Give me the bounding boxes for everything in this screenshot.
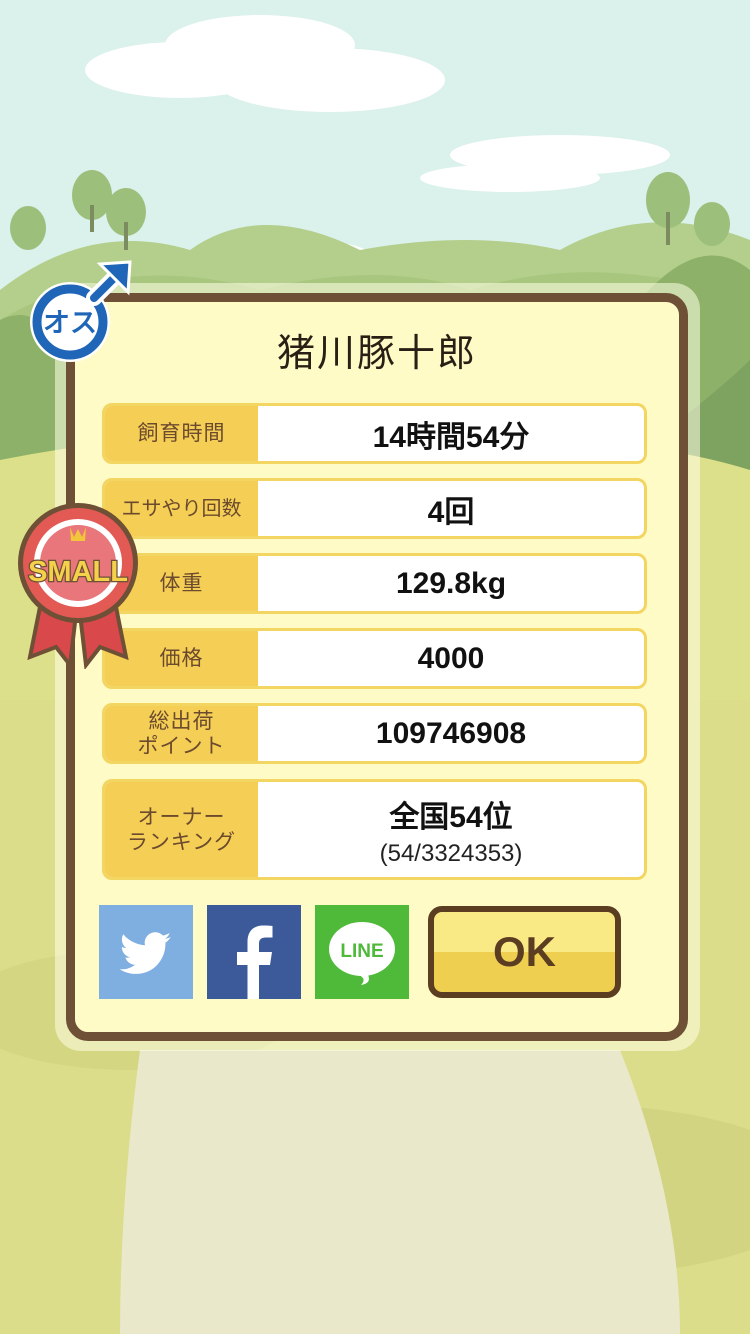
stat-label: オーナー ランキング [105,782,258,877]
stat-value: 全国54位 (54/3324353) [258,782,644,877]
stat-value: 4000 [258,631,644,686]
stat-value-text: 129.8kg [395,566,507,600]
stat-value-text: 109746908 [375,716,527,750]
gender-badge-text: オス [43,308,97,339]
ok-button-label: OK [493,928,556,975]
share-line-button[interactable]: LINE [315,905,409,999]
stat-row-shipping-points: 総出荷 ポイント 109746908 [102,703,647,764]
stat-value-text: 14時間54分 [372,420,530,454]
stat-label: 飼育時間 [105,406,258,461]
twitter-bird-icon [119,932,171,974]
ok-button[interactable]: OK [428,906,621,998]
stat-value: 4回 [258,481,644,536]
line-logo-text: LINE [340,941,383,962]
stat-row-feed-count: エサやり回数 4回 [102,478,647,539]
male-gender-badge: オス [30,260,132,362]
stat-row-price: 価格 4000 [102,628,647,689]
ranking-detail: (54/3324353) [379,839,523,867]
ribbon-text: SMALL [28,556,128,588]
stat-value-text: 4000 [417,641,485,675]
stat-value: 109746908 [258,706,644,761]
stat-label: 総出荷 ポイント [105,706,258,761]
ranking-value: 全国54位 [389,800,513,834]
stat-value-text: 4回 [427,495,475,529]
stat-value: 129.8kg [258,556,644,611]
line-icon: LINE [329,922,395,985]
stat-value: 14時間54分 [258,406,644,461]
stat-row-weight: 体重 129.8kg [102,553,647,614]
stat-row-owner-ranking: オーナー ランキング 全国54位 (54/3324353) [102,779,647,880]
small-size-ribbon: SMALL [18,503,138,669]
pig-name-title: 猪川豚十郎 [276,331,477,375]
facebook-f-icon [237,925,273,999]
stat-row-breeding-time: 飼育時間 14時間54分 [102,403,647,464]
share-twitter-button[interactable] [99,905,193,999]
share-facebook-button[interactable] [207,905,301,999]
